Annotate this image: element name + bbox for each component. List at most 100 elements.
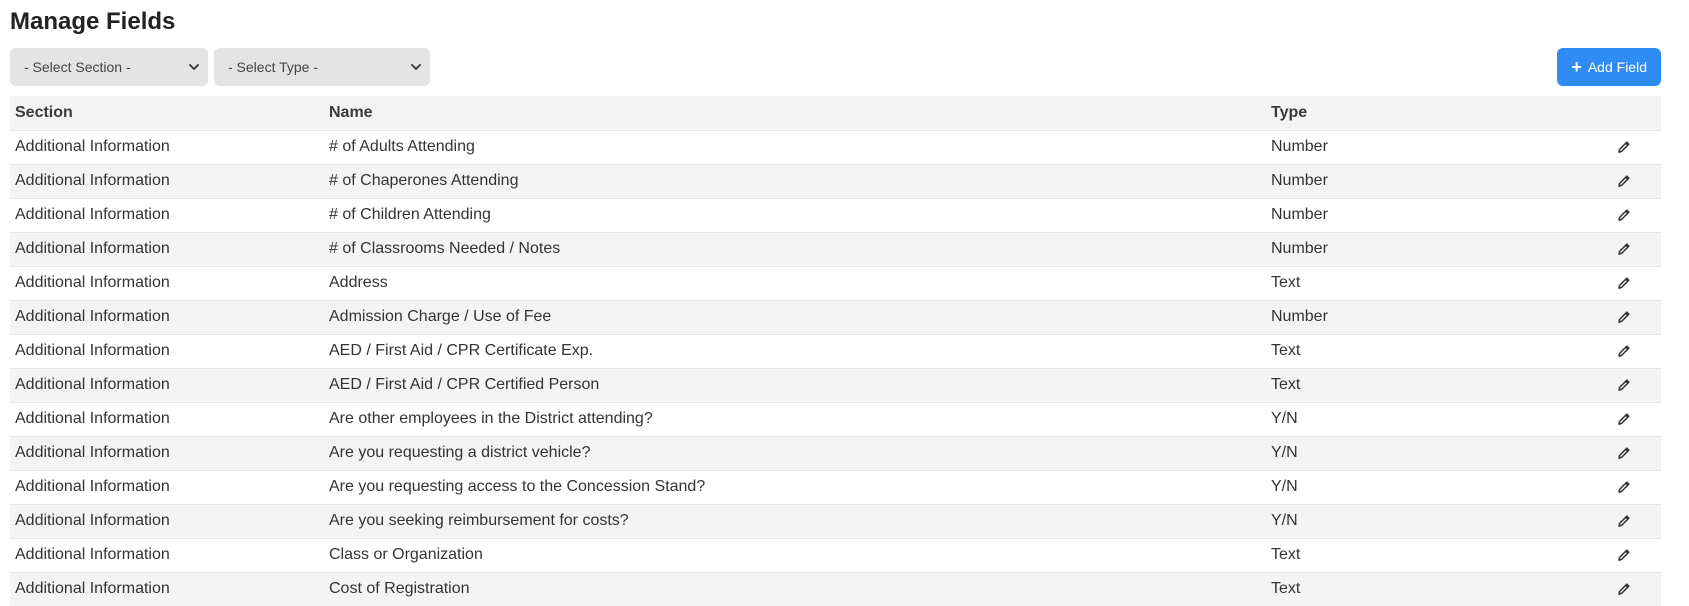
pencil-icon[interactable] — [1616, 139, 1632, 155]
add-field-label: Add Field — [1587, 59, 1647, 75]
cell-actions — [1586, 402, 1661, 436]
table-row: Additional Information Are you seeking re… — [10, 504, 1661, 538]
pencil-icon[interactable] — [1616, 343, 1632, 359]
cell-section: Additional Information — [15, 308, 170, 325]
cell-section: Additional Information — [15, 274, 170, 291]
table-row: Additional Information # of Chaperones At… — [10, 164, 1661, 198]
cell-name: # of Adults Attending — [329, 138, 475, 155]
type-select-value: - Select Type - — [228, 59, 319, 75]
pencil-icon[interactable] — [1616, 275, 1632, 291]
cell-section: Additional Information — [15, 444, 170, 461]
manage-fields-page: Manage Fields - Select Section - - Selec… — [0, 0, 1689, 606]
section-select-value: - Select Section - — [24, 59, 131, 75]
cell-name: # of Classrooms Needed / Notes — [329, 240, 561, 257]
pencil-icon[interactable] — [1616, 411, 1632, 427]
pencil-icon[interactable] — [1616, 547, 1632, 563]
table-row: Additional Information Address Text — [10, 266, 1661, 300]
table-row: Additional Information AED / First Aid / … — [10, 334, 1661, 368]
cell-type: Number — [1271, 240, 1328, 257]
cell-type: Y/N — [1271, 512, 1298, 529]
cell-actions — [1586, 266, 1661, 300]
column-header-type[interactable]: Type — [1266, 96, 1586, 130]
cell-section: Additional Information — [15, 546, 170, 563]
cell-type: Number — [1271, 172, 1328, 189]
cell-name: Are other employees in the District atte… — [329, 410, 653, 427]
cell-actions — [1586, 232, 1661, 266]
cell-actions — [1586, 198, 1661, 232]
cell-section: Additional Information — [15, 138, 170, 155]
cell-name: AED / First Aid / CPR Certificate Exp. — [329, 342, 594, 359]
pencil-icon[interactable] — [1616, 513, 1632, 529]
cell-actions — [1586, 470, 1661, 504]
cell-actions — [1586, 436, 1661, 470]
pencil-icon[interactable] — [1616, 207, 1632, 223]
table-row: Additional Information # of Adults Attend… — [10, 130, 1661, 164]
page-title: Manage Fields — [10, 8, 176, 35]
cell-name: Are you seeking reimbursement for costs? — [329, 512, 629, 529]
cell-actions — [1586, 538, 1661, 572]
cell-type: Number — [1271, 138, 1328, 155]
cell-type: Y/N — [1271, 444, 1298, 461]
cell-name: # of Chaperones Attending — [329, 172, 519, 189]
cell-actions — [1586, 572, 1661, 606]
cell-type: Text — [1271, 376, 1301, 393]
cell-section: Additional Information — [15, 206, 170, 223]
column-header-name[interactable]: Name — [324, 96, 1266, 130]
filter-bar: - Select Section - - Select Type - — [10, 48, 430, 86]
cell-type: Y/N — [1271, 478, 1298, 495]
section-select[interactable]: - Select Section - — [10, 48, 208, 86]
plus-icon: + — [1571, 57, 1582, 77]
chevron-down-icon — [189, 64, 199, 70]
cell-name: Are you requesting access to the Concess… — [329, 478, 706, 495]
table-row: Additional Information AED / First Aid / … — [10, 368, 1661, 402]
column-header-section[interactable]: Section — [10, 96, 324, 130]
cell-section: Additional Information — [15, 342, 170, 359]
pencil-icon[interactable] — [1616, 377, 1632, 393]
cell-name: Cost of Registration — [329, 580, 470, 598]
cell-section: Additional Information — [15, 410, 170, 427]
cell-name: # of Children Attending — [329, 206, 491, 223]
cell-section: Additional Information — [15, 240, 170, 257]
pencil-icon[interactable] — [1616, 445, 1632, 461]
cell-name: AED / First Aid / CPR Certified Person — [329, 376, 600, 393]
add-field-button[interactable]: + Add Field — [1557, 48, 1661, 86]
cell-actions — [1586, 300, 1661, 334]
pencil-icon[interactable] — [1616, 581, 1632, 597]
chevron-down-icon — [411, 64, 421, 70]
pencil-icon[interactable] — [1616, 309, 1632, 325]
cell-name: Address — [329, 274, 388, 291]
cell-type: Number — [1271, 308, 1328, 325]
cell-type: Number — [1271, 206, 1328, 223]
cell-type: Text — [1271, 546, 1301, 563]
cell-actions — [1586, 334, 1661, 368]
cell-name: Class or Organization — [329, 546, 483, 563]
pencil-icon[interactable] — [1616, 173, 1632, 189]
table-row: Additional Information # of Children Atte… — [10, 198, 1661, 232]
table-row: Additional Information Are other employee… — [10, 402, 1661, 436]
table-row: Additional Information Are you requesting… — [10, 470, 1661, 504]
cell-actions — [1586, 164, 1661, 198]
cell-type: Y/N — [1271, 410, 1298, 427]
cell-section: Additional Information — [15, 172, 170, 189]
type-select[interactable]: - Select Type - — [214, 48, 430, 86]
pencil-icon[interactable] — [1616, 241, 1632, 257]
cell-type: Text — [1271, 342, 1301, 359]
cell-type: Text — [1271, 274, 1301, 291]
cell-actions — [1586, 368, 1661, 402]
table-header-row: Section Name Type — [10, 96, 1661, 130]
table-row: Additional Information Admission Charge /… — [10, 300, 1661, 334]
cell-name: Admission Charge / Use of Fee — [329, 308, 552, 325]
cell-section: Additional Information — [15, 580, 170, 598]
cell-type: Text — [1271, 580, 1301, 598]
cell-section: Additional Information — [15, 512, 170, 529]
table-row: Additional Information Cost of Registrati… — [10, 572, 1661, 606]
cell-name: Are you requesting a district vehicle? — [329, 444, 591, 461]
table-row: Additional Information # of Classrooms Ne… — [10, 232, 1661, 266]
table-row: Additional Information Class or Organizat… — [10, 538, 1661, 572]
cell-actions — [1586, 504, 1661, 538]
cell-section: Additional Information — [15, 478, 170, 495]
pencil-icon[interactable] — [1616, 479, 1632, 495]
column-header-actions — [1586, 96, 1661, 130]
fields-table: Section Name Type Additional Information… — [10, 96, 1661, 606]
cell-section: Additional Information — [15, 376, 170, 393]
